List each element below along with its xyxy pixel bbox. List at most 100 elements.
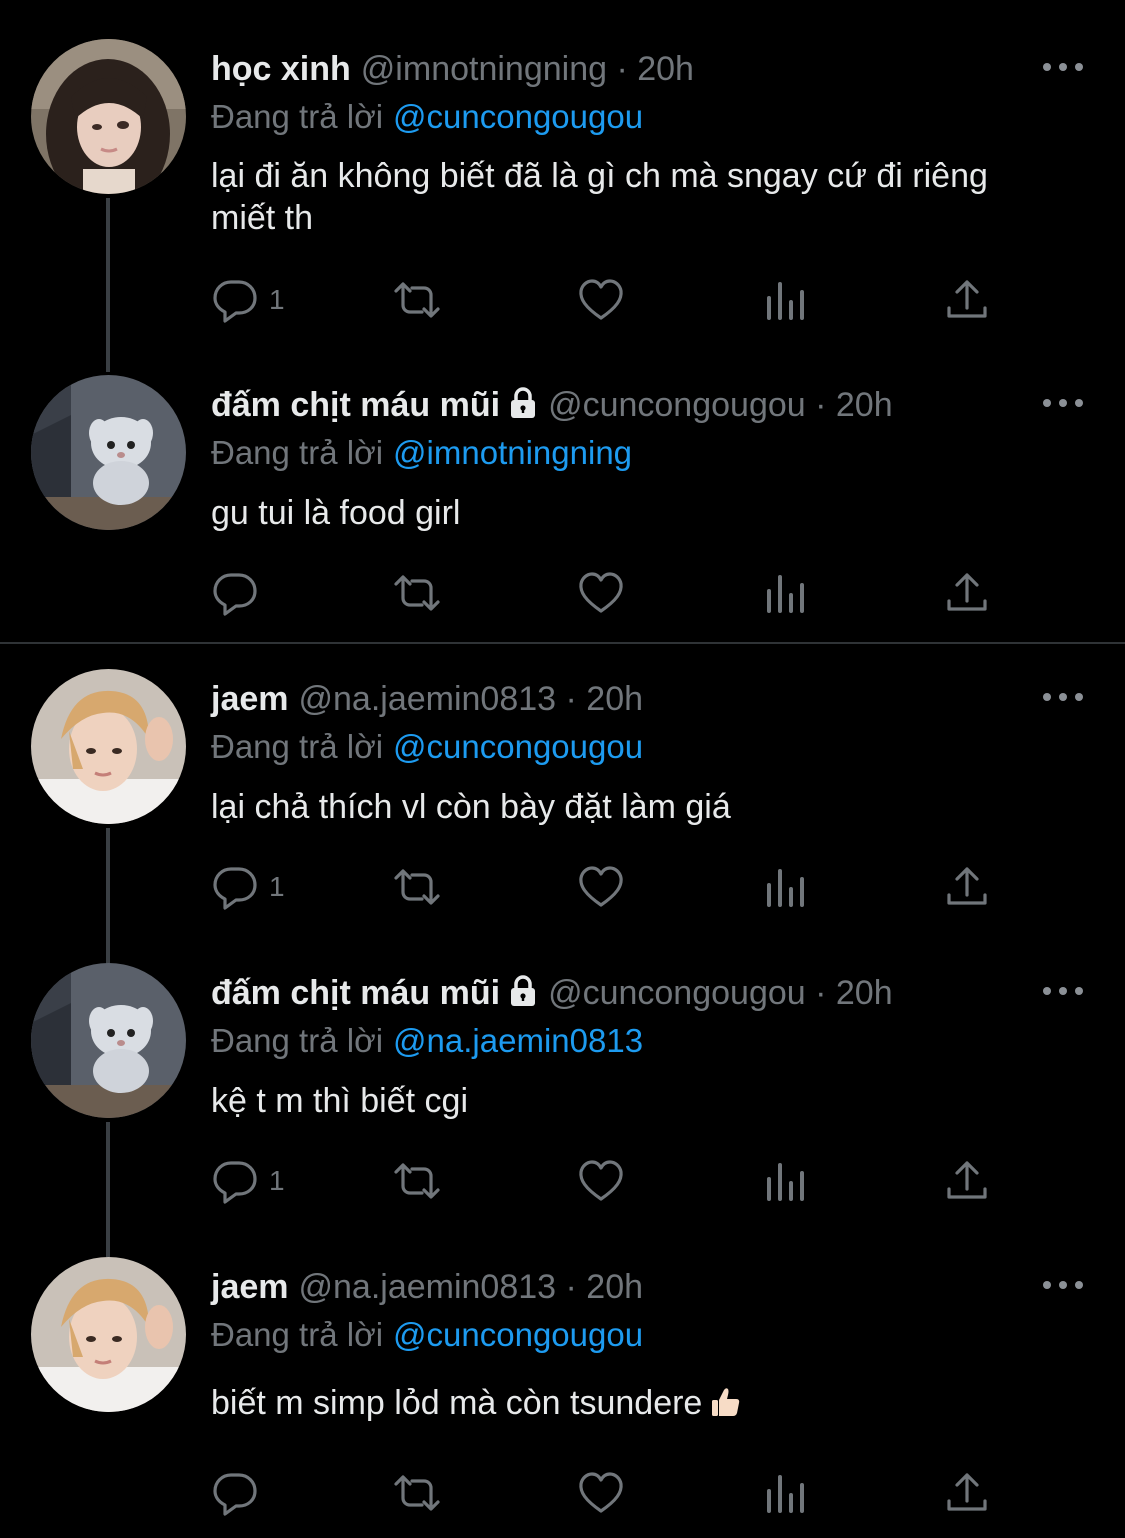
more-options-icon[interactable] (1043, 981, 1083, 1001)
tweet-text: gu tui là food girl (211, 494, 461, 532)
reply-button[interactable]: 1 (211, 1156, 285, 1206)
timestamp[interactable]: · 20h (815, 386, 893, 424)
timeline: học xinh @imnotningning · 20h Đang trả lờ… (0, 0, 1125, 1538)
reply-mention[interactable]: @imnotningning (393, 434, 632, 471)
user-handle[interactable]: @na.jaemin0813 (299, 1268, 557, 1306)
reply-context: Đang trả lời @imnotningning (211, 431, 632, 475)
tweet-text: biết m simp lỏd mà còn tsundere (211, 1382, 1011, 1424)
analytics-button[interactable] (761, 568, 809, 618)
user-handle[interactable]: @na.jaemin0813 (299, 680, 557, 718)
share-icon (947, 1161, 987, 1199)
timestamp[interactable]: · 20h (815, 974, 893, 1012)
avatar[interactable] (31, 1257, 186, 1412)
reply-mention[interactable]: @na.jaemin0813 (393, 1022, 643, 1059)
analytics-icon (767, 1163, 804, 1201)
analytics-button[interactable] (761, 862, 809, 912)
display-name[interactable]: đấm chịt máu mũi (211, 386, 500, 424)
reply-button[interactable] (211, 1468, 269, 1518)
avatar[interactable] (31, 39, 186, 194)
tweet[interactable]: jaem @na.jaemin0813 · 20h Đang trả lời @cu… (0, 1254, 1125, 1538)
tweet[interactable]: học xinh @imnotningning · 20h Đang trả lờ… (0, 0, 1125, 372)
retweet-icon (394, 575, 440, 611)
reply-prefix: Đang trả lời (211, 1316, 384, 1353)
retweet-button[interactable] (393, 568, 441, 618)
analytics-icon (767, 869, 804, 907)
more-options-icon[interactable] (1043, 687, 1083, 707)
action-bar (211, 568, 1011, 618)
user-handle[interactable]: @cuncongougou (548, 386, 806, 424)
share-icon (947, 573, 987, 611)
reply-context: Đang trả lời @cuncongougou (211, 1313, 643, 1357)
retweet-button[interactable] (393, 1156, 441, 1206)
display-name[interactable]: học xinh (211, 50, 351, 88)
retweet-icon (394, 1163, 440, 1199)
share-button[interactable] (943, 862, 991, 912)
like-button[interactable] (577, 1156, 625, 1206)
heart-icon (579, 279, 623, 320)
reply-context: Đang trả lời @na.jaemin0813 (211, 1019, 643, 1063)
user-handle[interactable]: @imnotningning (361, 50, 607, 88)
action-bar: 1 (211, 275, 1011, 325)
analytics-button[interactable] (761, 275, 809, 325)
lock-icon (508, 974, 538, 1018)
reply-count: 1 (269, 284, 285, 315)
analytics-icon (767, 282, 804, 320)
retweet-button[interactable] (393, 275, 441, 325)
more-options-icon[interactable] (1043, 1275, 1083, 1295)
reply-count: 1 (269, 871, 285, 902)
tweet[interactable]: đấm chịt máu mũi @cuncongougou · 20h Đang… (0, 960, 1125, 1254)
reply-icon (213, 573, 257, 616)
timestamp[interactable]: · 20h (566, 680, 644, 718)
retweet-icon (394, 869, 440, 905)
reply-context: Đang trả lời @cuncongougou (211, 725, 643, 769)
share-button[interactable] (943, 1156, 991, 1206)
avatar[interactable] (31, 375, 186, 530)
reply-mention[interactable]: @cuncongougou (393, 1316, 643, 1353)
more-options-icon[interactable] (1043, 393, 1083, 413)
timestamp[interactable]: · 20h (566, 1268, 644, 1306)
reply-icon (213, 1161, 257, 1204)
retweet-button[interactable] (393, 862, 441, 912)
heart-icon (579, 1472, 623, 1513)
like-button[interactable] (577, 275, 625, 325)
tweet-text: lại chả thích vl còn bày đặt làm giá (211, 788, 731, 826)
analytics-button[interactable] (761, 1468, 809, 1518)
analytics-button[interactable] (761, 1156, 809, 1206)
retweet-button[interactable] (393, 1468, 441, 1518)
reply-button[interactable] (211, 568, 269, 618)
timestamp[interactable]: · 20h (616, 50, 694, 88)
like-button[interactable] (577, 568, 625, 618)
retweet-icon (394, 282, 440, 318)
action-bar: 1 (211, 862, 1011, 912)
share-button[interactable] (943, 568, 991, 618)
reply-mention[interactable]: @cuncongougou (393, 728, 643, 765)
display-name[interactable]: đấm chịt máu mũi (211, 974, 500, 1012)
reply-button[interactable]: 1 (211, 275, 285, 325)
reply-count: 1 (269, 1165, 285, 1196)
tweet-text-content: biết m simp lỏd mà còn tsundere (211, 1384, 703, 1422)
reply-mention[interactable]: @cuncongougou (393, 98, 643, 135)
tweet[interactable]: đấm chịt máu mũi @cuncongougou · 20h Đang… (0, 372, 1125, 642)
reply-icon (213, 1473, 257, 1516)
tweet-text: kệ t m thì biết cgi (211, 1082, 468, 1120)
share-button[interactable] (943, 1468, 991, 1518)
reply-button[interactable]: 1 (211, 862, 285, 912)
avatar[interactable] (31, 669, 186, 824)
retweet-icon (394, 1475, 440, 1511)
share-button[interactable] (943, 275, 991, 325)
tweet[interactable]: jaem @na.jaemin0813 · 20h Đang trả lời @cu… (0, 644, 1125, 960)
avatar[interactable] (31, 963, 186, 1118)
display-name[interactable]: jaem (211, 680, 289, 718)
reply-context: Đang trả lời @cuncongougou (211, 95, 643, 139)
reply-icon (213, 867, 257, 910)
tweet-text: lại đi ăn không biết đã là gì ch mà snga… (211, 157, 988, 237)
more-options-icon[interactable] (1043, 57, 1083, 77)
thumbs-up-emoji-icon (708, 1384, 744, 1420)
reply-icon (213, 280, 257, 323)
display-name[interactable]: jaem (211, 1268, 289, 1306)
reply-prefix: Đang trả lời (211, 434, 384, 471)
share-icon (947, 1473, 987, 1511)
like-button[interactable] (577, 1468, 625, 1518)
like-button[interactable] (577, 862, 625, 912)
user-handle[interactable]: @cuncongougou (548, 974, 806, 1012)
